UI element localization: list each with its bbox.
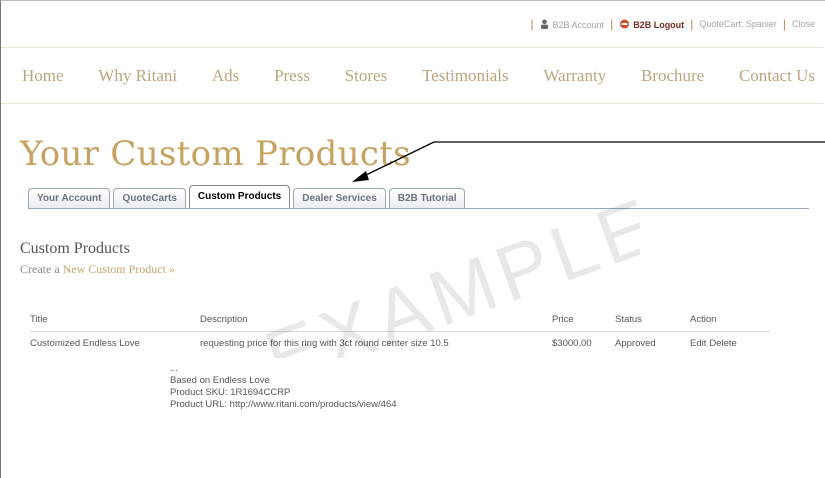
tab-dealer-services[interactable]: Dealer Services — [293, 188, 386, 208]
separator: | — [530, 17, 534, 31]
logout-icon — [620, 19, 630, 28]
nav-brochure[interactable]: Brochure — [641, 66, 704, 86]
nav-press[interactable]: Press — [274, 66, 310, 86]
row-price: $3000.00 — [552, 338, 592, 349]
quotecart-link[interactable]: QuoteCart: Spanier — [699, 19, 777, 29]
divider — [1, 47, 824, 48]
header-action: Action — [690, 314, 717, 325]
description-url: Product URL: http://www.ritani.com/produ… — [170, 399, 397, 410]
header-status: Status — [615, 314, 642, 325]
main-nav: Home Why Ritani Ads Press Stores Testimo… — [22, 66, 815, 86]
nav-stores[interactable]: Stores — [345, 66, 388, 86]
custom-products-table: Title Description Price Status Action Cu… — [30, 314, 770, 354]
page-title: Your Custom Products — [20, 134, 411, 174]
tab-quotecarts[interactable]: QuoteCarts — [113, 188, 186, 208]
row-title: Customized Endless Love — [30, 338, 140, 349]
header-price: Price — [552, 314, 574, 325]
b2b-logout-link[interactable]: B2B Logout — [619, 19, 684, 30]
row-status: Approved — [615, 338, 656, 349]
nav-ads[interactable]: Ads — [212, 66, 239, 86]
tab-your-account[interactable]: Your Account — [28, 188, 111, 208]
tab-custom-products[interactable]: Custom Products — [188, 185, 291, 208]
nav-contact-us[interactable]: Contact Us — [739, 66, 815, 86]
section-title: Custom Products — [20, 240, 130, 257]
description-ellipsis: ... — [170, 363, 178, 374]
row-description: requesting price for this ring with 3ct … — [200, 338, 449, 349]
row-description-details: ... Based on Endless Love Product SKU: 1… — [170, 363, 397, 411]
nav-home[interactable]: Home — [22, 66, 64, 86]
edit-link[interactable]: Edit — [690, 338, 706, 349]
b2b-logout-label: B2B Logout — [633, 19, 685, 30]
description-sku: Product SKU: 1R1694CCRP — [170, 387, 291, 398]
close-link[interactable]: Close — [792, 19, 815, 29]
account-tabs: Your Account QuoteCarts Custom Products … — [28, 185, 466, 208]
header-title: Title — [30, 314, 48, 325]
create-suffix: » — [165, 262, 175, 276]
tab-b2b-tutorial[interactable]: B2B Tutorial — [388, 188, 466, 208]
tab-baseline — [28, 208, 809, 209]
nav-testimonials[interactable]: Testimonials — [422, 66, 509, 86]
nav-warranty[interactable]: Warranty — [543, 66, 606, 86]
separator: | — [610, 17, 614, 31]
table-row: Customized Endless Love requesting price… — [30, 338, 770, 354]
new-custom-product-link[interactable]: New Custom Product — [63, 262, 166, 276]
b2b-account-label: B2B Account — [552, 19, 605, 30]
user-icon — [540, 19, 548, 29]
create-product-line: Create a New Custom Product » — [20, 262, 175, 277]
row-actions: Edit Delete — [690, 338, 740, 349]
header-description: Description — [200, 314, 248, 325]
separator: | — [690, 17, 694, 31]
delete-link[interactable]: Delete — [709, 338, 736, 349]
divider — [1, 103, 824, 104]
table-header-row: Title Description Price Status Action — [30, 314, 770, 332]
description-based-on: Based on Endless Love — [170, 375, 270, 386]
separator: | — [782, 17, 786, 31]
utility-bar: | B2B Account | B2B Logout | QuoteCart: … — [524, 14, 815, 34]
b2b-account-link[interactable]: B2B Account — [540, 19, 605, 30]
nav-why-ritani[interactable]: Why Ritani — [98, 66, 177, 86]
create-prefix: Create a — [20, 262, 63, 276]
